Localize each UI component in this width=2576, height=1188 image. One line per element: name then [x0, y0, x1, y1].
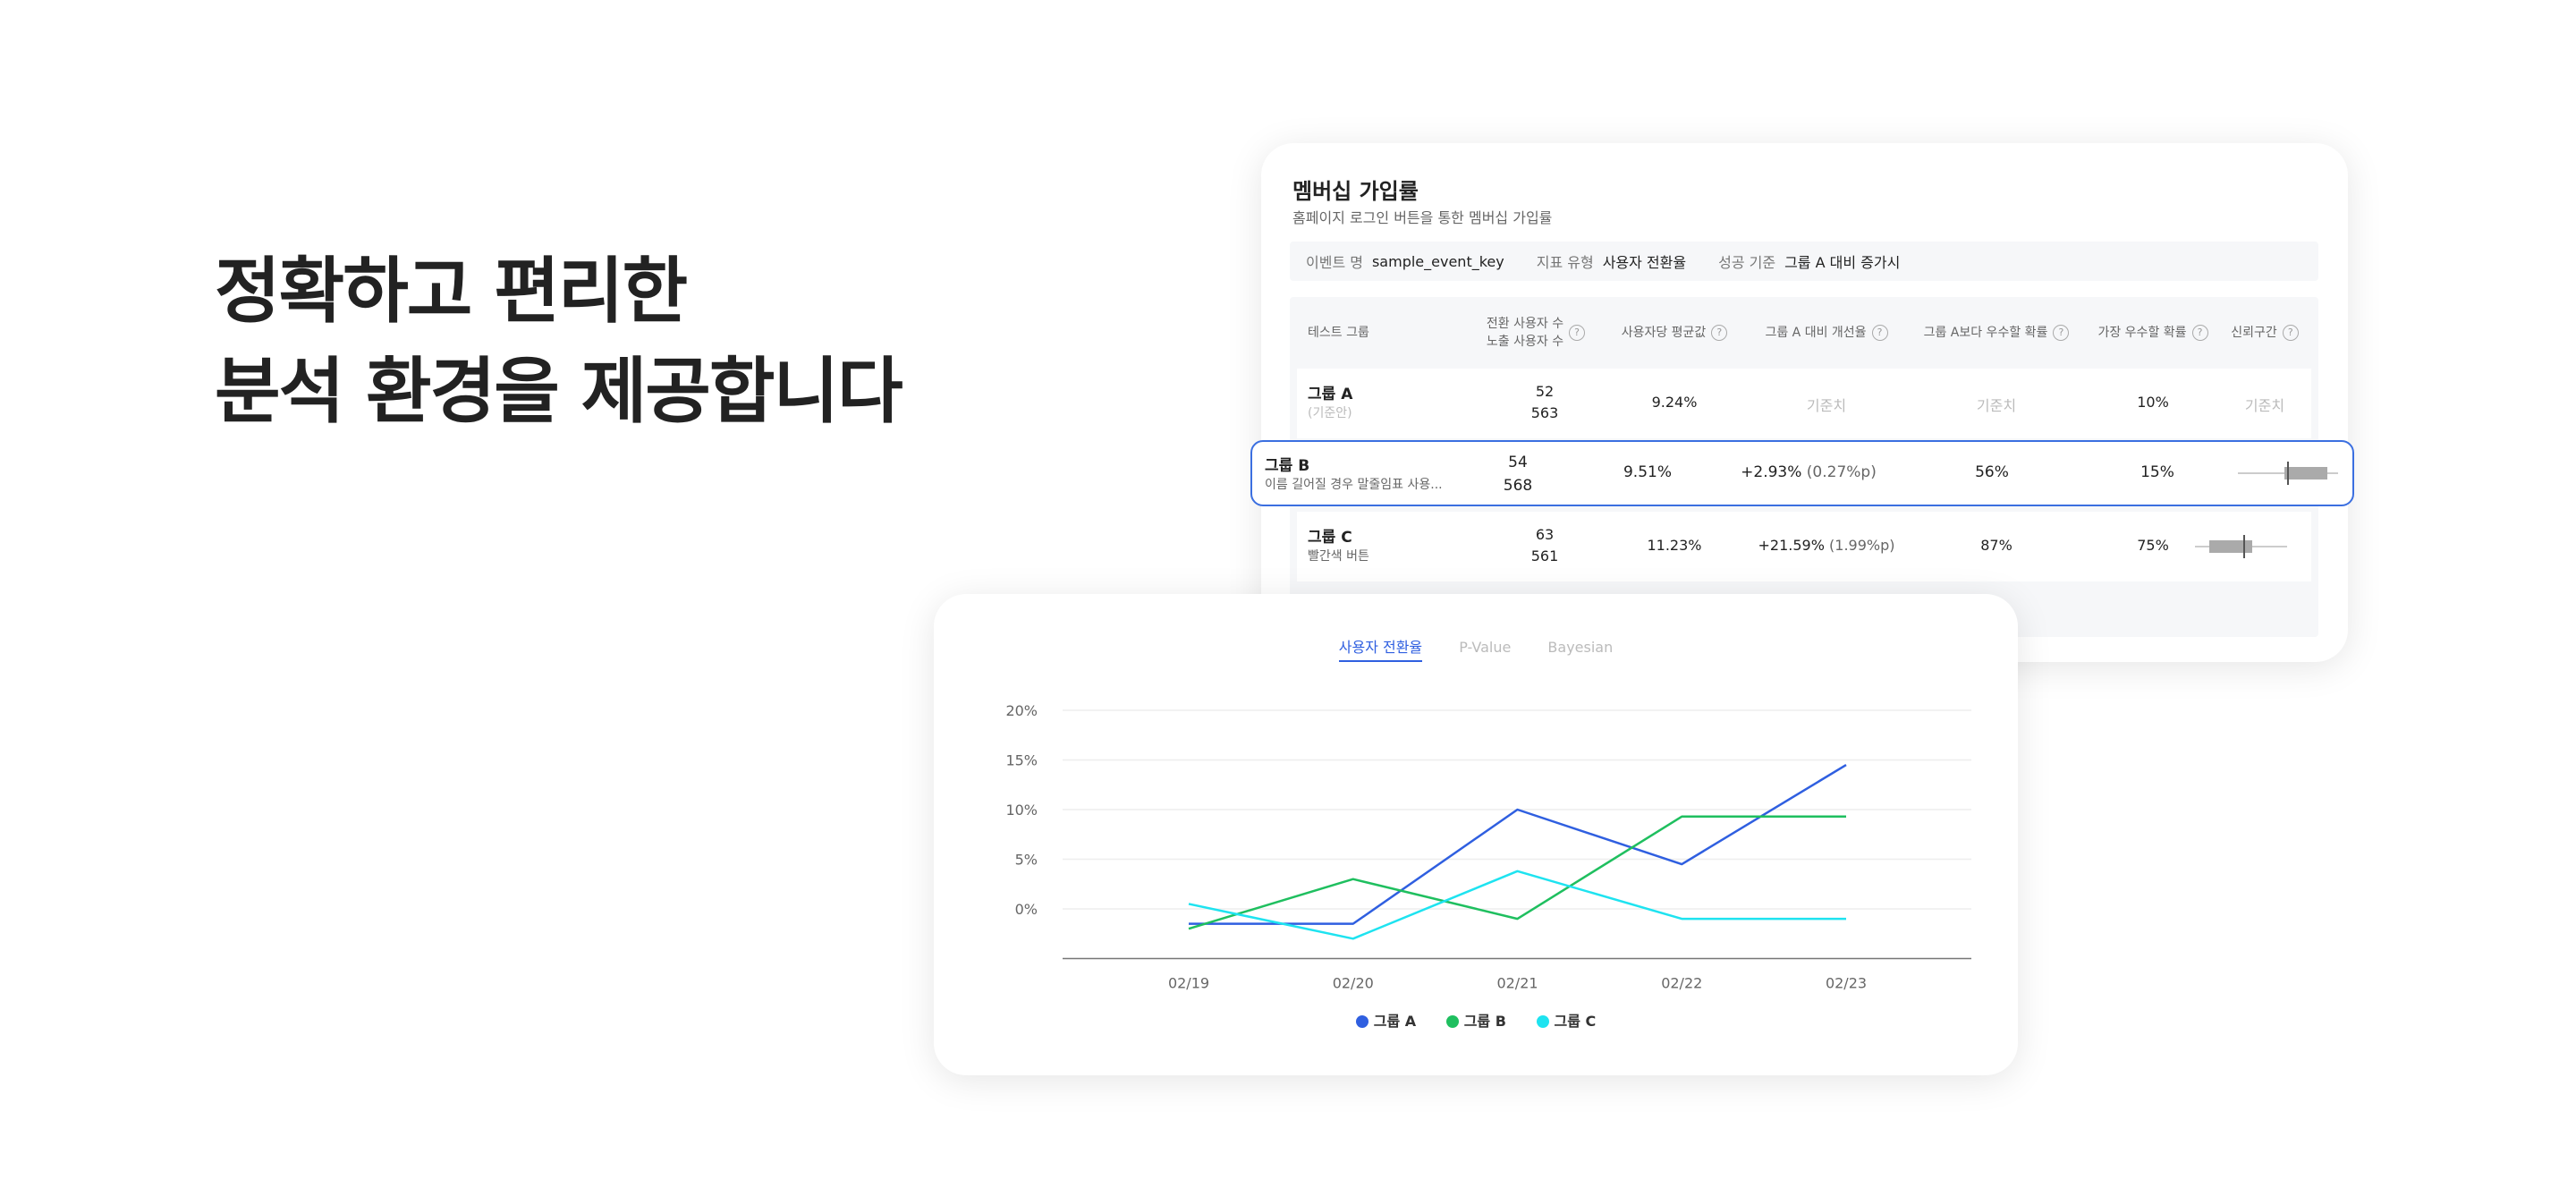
legend-item: 그룹 A [1355, 1009, 1417, 1031]
meta-key-event: 이벤트 명 [1306, 254, 1363, 271]
y-tick-label: 20% [1005, 702, 1038, 719]
y-tick-label: 0% [1015, 901, 1038, 918]
header-group: 테스트 그룹 [1308, 326, 1369, 340]
headline-line-1: 정확하고 편리한 [215, 250, 688, 333]
x-tick-label: 02/19 [1168, 975, 1209, 992]
meta-key-criteria: 성공 기준 [1718, 254, 1776, 271]
better-prob: 87% [1980, 537, 2012, 554]
header-users-converted: 전환 사용자 수 [1486, 317, 1564, 331]
group-desc: (기준안) [1308, 406, 1352, 420]
help-icon[interactable]: ? [2282, 325, 2299, 341]
header-users-exposed: 노출 사용자 수 [1486, 335, 1564, 349]
legend-label: 그룹 B [1463, 1013, 1506, 1030]
meta-value-metric: 사용자 전환율 [1602, 254, 1687, 271]
y-tick-label: 15% [1005, 752, 1038, 769]
y-tick-label: 10% [1005, 802, 1038, 819]
y-tick-label: 5% [1015, 852, 1038, 869]
help-icon[interactable]: ? [1711, 325, 1728, 341]
group-desc: 이름 길어질 경우 말줄임표 사용... [1265, 478, 1443, 492]
header-improve: 그룹 A 대비 개선율? [1746, 297, 1907, 369]
chart-card: 사용자 전환율 P-Value Bayesian 20% 15% 10% 5% 0% 02… [934, 594, 2018, 1075]
table-row-selected[interactable]: 그룹 B 이름 길어질 경우 말줄임표 사용... 54 568 9.51% +… [1250, 440, 2354, 506]
improve-pp: (0.27%p) [1806, 463, 1877, 481]
legend-item: 그룹 B [1445, 1009, 1506, 1031]
series-line [1188, 815, 1846, 930]
meta-value-event: sample_event_key [1371, 252, 1504, 270]
exposed-users: 561 [1530, 547, 1559, 564]
x-tick-label: 02/20 [1333, 975, 1374, 992]
header-best: 가장 우수할 확률? [2086, 297, 2220, 369]
ci-chart [2193, 533, 2292, 564]
series-line [1188, 870, 1846, 940]
header-ci: 신뢰구간? [2220, 297, 2309, 369]
conv-users: 52 [1535, 383, 1555, 400]
meta-value-criteria: 그룹 A 대비 증가시 [1784, 254, 1901, 271]
exposed-users: 568 [1503, 477, 1533, 495]
best-prob: 10% [2137, 394, 2169, 411]
exposed-users: 563 [1530, 404, 1559, 421]
avg-value: 11.23% [1647, 537, 1702, 554]
meta-key-metric: 지표 유형 [1536, 254, 1594, 271]
header-best-label: 가장 우수할 확률 [2097, 326, 2187, 340]
conv-users: 63 [1535, 526, 1555, 543]
ci-chart [2236, 460, 2343, 490]
x-tick-label: 02/21 [1496, 975, 1538, 992]
help-icon[interactable]: ? [1569, 325, 1586, 341]
help-icon[interactable]: ? [2191, 325, 2208, 341]
header-better-label: 그룹 A보다 우수할 확률 [1923, 326, 2048, 340]
ci-value: 기준치 [2244, 397, 2285, 414]
chart-legend: 그룹 A 그룹 B 그룹 C [934, 1009, 2018, 1031]
card-title: 멤버십 가입률 [1292, 179, 1419, 204]
avg-value: 9.24% [1651, 394, 1698, 411]
improve-pp: (1.99%p) [1829, 537, 1895, 554]
card-subtitle: 홈페이지 로그인 버튼을 통한 멤버십 가입률 [1292, 209, 1553, 226]
header-improve-label: 그룹 A 대비 개선율 [1765, 326, 1867, 340]
event-meta-bar: 이벤트 명 sample_event_key 지표 유형 사용자 전환율 성공 … [1290, 242, 2318, 281]
group-desc: 빨간색 버튼 [1308, 549, 1369, 564]
header-ci-label: 신뢰구간 [2231, 326, 2277, 340]
better-prob: 기준치 [1976, 397, 2017, 414]
improve-value: +21.59% (1.99%p) [1746, 537, 1907, 554]
group-name: 그룹 C [1308, 529, 1352, 547]
conv-users: 54 [1508, 454, 1528, 471]
x-tick-label: 02/22 [1661, 975, 1702, 992]
header-avg-label: 사용자당 평균값 [1621, 326, 1707, 340]
legend-label: 그룹 C [1554, 1013, 1597, 1030]
table-row[interactable]: 그룹 C 빨간색 버튼 63 561 11.23% +21.59% (1.99%… [1297, 512, 2311, 581]
improve-percent: +21.59% [1758, 537, 1825, 554]
headline-line-2: 분석 환경을 제공합니다 [215, 350, 903, 433]
help-icon[interactable]: ? [2053, 325, 2070, 341]
result-table-card: 멤버십 가입률 홈페이지 로그인 버튼을 통한 멤버십 가입률 이벤트 명 sa… [1261, 143, 2348, 662]
x-tick-label: 02/23 [1826, 975, 1867, 992]
line-chart: 20% 15% 10% 5% 0% 02/19 02/20 02/21 02/22 02/23 [1005, 702, 1971, 992]
improve-value: +2.93% (0.27%p) [1719, 463, 1898, 481]
legend-dot [1536, 1015, 1549, 1028]
table-row[interactable]: 그룹 A (기준안) 52 563 9.24% 기준치 기준치 10% 기준치 [1297, 369, 2311, 438]
group-name: 그룹 B [1265, 457, 1310, 475]
legend-label: 그룹 A [1373, 1013, 1417, 1030]
legend-item: 그룹 C [1536, 1009, 1597, 1031]
improve-percent: +2.93% [1741, 463, 1802, 481]
legend-dot [1445, 1015, 1459, 1028]
group-name: 그룹 A [1308, 386, 1353, 403]
avg-value: 9.51% [1623, 463, 1672, 481]
header-better: 그룹 A보다 우수할 확률? [1907, 297, 2086, 369]
improve-value: 기준치 [1806, 397, 1847, 414]
header-avg: 사용자당 평균값? [1603, 297, 1746, 369]
legend-dot [1355, 1015, 1368, 1028]
help-icon[interactable]: ? [1871, 325, 1888, 341]
headline: 정확하고 편리한 분석 환경을 제공합니다 [215, 242, 903, 442]
header-users: 전환 사용자 수 노출 사용자 수 ? [1469, 297, 1603, 369]
better-prob: 56% [1975, 463, 2009, 481]
best-prob: 15% [2140, 463, 2174, 481]
